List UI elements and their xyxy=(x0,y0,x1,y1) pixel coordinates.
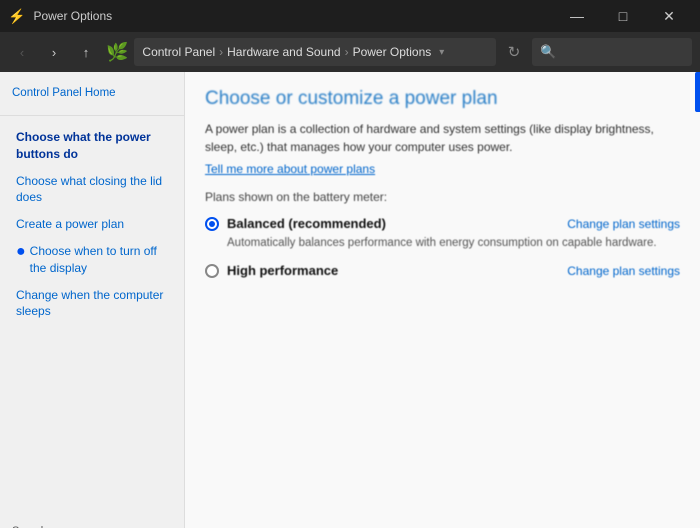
learn-more-link[interactable]: Tell me more about power plans xyxy=(205,162,375,176)
sidebar-item-sleep[interactable]: Change when the computer sleeps xyxy=(0,282,184,326)
plan-item-balanced: Balanced (recommended) Change plan setti… xyxy=(205,212,680,251)
minimize-button[interactable]: — xyxy=(554,0,600,32)
breadcrumb-bar[interactable]: Control Panel › Hardware and Sound › Pow… xyxy=(134,38,496,66)
search-box[interactable]: 🔍 xyxy=(532,38,692,66)
sidebar-item-turn-off-display[interactable]: ● Choose when to turn off the display xyxy=(0,238,184,282)
plan-row-balanced: Balanced (recommended) Change plan setti… xyxy=(205,212,680,235)
plan-row-high-perf: High performance Change plan settings xyxy=(205,259,680,282)
title-bar-left: ⚡ Power Options xyxy=(8,8,112,25)
navigation-bar: ‹ › ↑ 🌿 Control Panel › Hardware and Sou… xyxy=(0,32,700,72)
plan-item-high-perf: High performance Change plan settings xyxy=(205,259,680,282)
change-plan-balanced-link[interactable]: Change plan settings xyxy=(567,217,680,231)
title-bar: ⚡ Power Options — □ ✕ xyxy=(0,0,700,32)
search-icon: 🔍 xyxy=(540,44,556,60)
plans-label: Plans shown on the battery meter: xyxy=(205,190,680,204)
breadcrumb-dropdown-icon[interactable]: ▾ xyxy=(439,47,444,58)
close-button[interactable]: ✕ xyxy=(646,0,692,32)
sidebar: Control Panel Home Choose what the power… xyxy=(0,72,185,528)
plan-desc-balanced: Automatically balances performance with … xyxy=(205,235,680,251)
sidebar-item-lid-label: Choose what closing the lid does xyxy=(16,174,162,205)
breadcrumb-sep-2: › xyxy=(345,45,349,59)
sidebar-item-create-plan-label: Create a power plan xyxy=(16,217,124,231)
sidebar-item-power-buttons[interactable]: Choose what the power buttons do xyxy=(0,124,184,168)
breadcrumb-power-options[interactable]: Power Options xyxy=(353,45,432,59)
accent-bar xyxy=(695,72,700,112)
radio-inner-balanced xyxy=(209,221,215,227)
app-title: Power Options xyxy=(33,9,112,23)
up-button[interactable]: ↑ xyxy=(72,38,100,66)
app-icon: ⚡ xyxy=(8,8,25,25)
back-button[interactable]: ‹ xyxy=(8,38,36,66)
breadcrumb-hardware-sound[interactable]: Hardware and Sound xyxy=(227,45,340,59)
sidebar-item-turn-off-label: Choose when to turn off the display xyxy=(30,243,172,277)
maximize-button[interactable]: □ xyxy=(600,0,646,32)
plan-name-high-perf: High performance xyxy=(227,263,338,278)
sidebar-item-lid[interactable]: Choose what closing the lid does xyxy=(0,168,184,212)
radio-high-perf[interactable] xyxy=(205,264,219,278)
page-heading: Choose or customize a power plan xyxy=(205,88,680,110)
plan-left-high-perf: High performance xyxy=(205,263,338,278)
refresh-button[interactable]: ↻ xyxy=(500,38,528,66)
sidebar-item-sleep-label: Change when the computer sleeps xyxy=(16,288,163,319)
plan-left-balanced: Balanced (recommended) xyxy=(205,216,386,231)
radio-balanced[interactable] xyxy=(205,217,219,231)
see-also-label: See also xyxy=(0,521,184,528)
sidebar-item-power-buttons-label: Choose what the power buttons do xyxy=(16,130,151,161)
control-panel-icon: 🌿 xyxy=(106,42,128,63)
plan-name-balanced: Balanced (recommended) xyxy=(227,216,386,231)
main-content: Choose or customize a power plan A power… xyxy=(185,72,700,528)
breadcrumb-control-panel[interactable]: Control Panel xyxy=(142,45,215,59)
title-bar-controls: — □ ✕ xyxy=(554,0,692,32)
change-plan-high-perf-link[interactable]: Change plan settings xyxy=(567,264,680,278)
content-area: Control Panel Home Choose what the power… xyxy=(0,72,700,528)
sidebar-item-create-plan[interactable]: Create a power plan xyxy=(0,211,184,238)
page-description: A power plan is a collection of hardware… xyxy=(205,120,680,156)
active-bullet-icon: ● xyxy=(16,243,26,261)
forward-button[interactable]: › xyxy=(40,38,68,66)
sidebar-home-link[interactable]: Control Panel Home xyxy=(0,80,184,107)
breadcrumb-sep-1: › xyxy=(219,45,223,59)
